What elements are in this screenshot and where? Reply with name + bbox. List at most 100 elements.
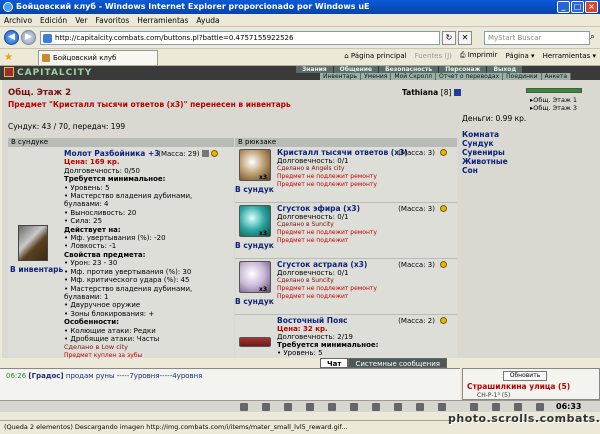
coin-icon[interactable] <box>440 317 447 324</box>
item-name[interactable]: Молот Разбойника +3 <box>64 149 159 158</box>
logo-text: CAPITALCITY <box>17 68 93 78</box>
to-inventory-link[interactable]: В инвентарь <box>10 265 63 274</box>
nav-character[interactable]: Персонаж <box>439 66 488 73</box>
ie-icon <box>3 2 13 12</box>
to-chest-link[interactable]: В сундук <box>235 297 274 306</box>
home-button[interactable]: ⌂ Página principal <box>344 52 406 60</box>
tool-icon[interactable] <box>416 403 424 411</box>
to-chest-link[interactable]: В сундук <box>235 185 274 194</box>
to-chest-link[interactable]: В сундук <box>235 241 274 250</box>
tab-combats[interactable]: Бойцовский клуб <box>38 50 158 65</box>
tool-icon[interactable] <box>536 403 544 411</box>
link-sleep[interactable]: Сон <box>462 166 508 175</box>
tool-icon[interactable] <box>394 403 402 411</box>
room-floor-1[interactable]: ▸Общ. Этаж 1 <box>530 96 577 104</box>
forward-button[interactable]: ▶ <box>21 30 36 45</box>
tool-icon[interactable] <box>284 403 292 411</box>
nav-knowledge[interactable]: Знания <box>296 66 334 73</box>
hp-bar <box>526 88 582 93</box>
menu-ayuda[interactable]: Ayuda <box>196 16 219 25</box>
subnav-transfers[interactable]: Отчет о переводах <box>436 73 504 80</box>
tool-icon[interactable] <box>514 403 522 411</box>
tab-system-messages[interactable]: Системные сообщения <box>348 358 447 368</box>
coin-icon[interactable] <box>211 150 218 157</box>
info-icon[interactable] <box>201 150 209 157</box>
refresh-icon[interactable]: ↻ <box>442 31 456 45</box>
backpack-item: Восточный Пояс Цена: 32 кр. Долговечност… <box>235 315 457 358</box>
props-header: Свойства предмета: <box>64 250 146 259</box>
subnav-skills[interactable]: Умения <box>361 73 392 80</box>
print-button[interactable]: ⎙ Imprimir <box>460 51 498 60</box>
tools-button[interactable]: Herramientas ▾ <box>543 52 596 60</box>
refresh-button[interactable]: Обновить <box>503 371 547 381</box>
subnav-battles[interactable]: Поединки <box>503 73 542 80</box>
chat-nick[interactable]: [Градос] <box>28 372 63 380</box>
back-button[interactable]: ◀ <box>4 30 19 45</box>
act-line: • Ловкость: -1 <box>64 242 117 251</box>
chat-window[interactable]: 06:26 [Градос] продам руны -----7уровня-… <box>0 368 460 400</box>
feat-line: • Дробящие атаки: Часты <box>64 334 160 343</box>
search-input[interactable]: MyStart Buscar <box>484 31 590 45</box>
page-icon <box>43 34 52 43</box>
tab-chat[interactable]: Чат <box>320 358 349 368</box>
menu-herramientas[interactable]: Herramientas <box>137 16 188 25</box>
backpack-item: x3 Сгусток астрала (х3) Долговечность: 0… <box>235 259 457 315</box>
tool-icon[interactable] <box>306 403 314 411</box>
made-in: Сделано в Suncity <box>277 277 334 284</box>
chest-panel: В инвентарь Молот Разбойника +3 (Масса: … <box>8 147 234 359</box>
player-name[interactable]: Tathiana <box>402 88 438 97</box>
room-floor-3[interactable]: ▸Общ. Этаж 3 <box>530 104 577 112</box>
menu-edicion[interactable]: Edición <box>40 16 67 25</box>
nav-exit[interactable]: Выход <box>487 66 524 73</box>
subnav-inventory[interactable]: Инвентарь <box>320 73 362 80</box>
tool-icon[interactable] <box>240 403 248 411</box>
prop-line: • Мастерство владения дубинами, булавами… <box>64 284 193 301</box>
subnav-profile[interactable]: Анкета <box>541 73 572 80</box>
game-logo: CAPITALCITY <box>4 66 92 80</box>
item-durability: Долговечность: 2/19 <box>277 333 353 341</box>
street-name[interactable]: Страшилкина улица (5) <box>467 382 570 391</box>
maximize-button[interactable]: □ <box>571 1 584 13</box>
link-chest[interactable]: Сундук <box>462 139 508 148</box>
tool-icon[interactable] <box>372 403 380 411</box>
url-field[interactable]: http://capitalcity.combats.com/buttons.p… <box>40 31 440 45</box>
item-mass: (Масса: 3) <box>398 205 435 213</box>
game-banner: CAPITALCITY Знания Общение Безопасность … <box>0 66 600 80</box>
link-souvenirs[interactable]: Сувениры <box>462 148 508 157</box>
search-icon[interactable]: ⌕ <box>590 32 595 42</box>
tool-icon[interactable] <box>438 403 446 411</box>
tool-icon[interactable] <box>262 403 270 411</box>
tool-icon[interactable] <box>492 403 500 411</box>
coin-icon[interactable] <box>440 261 447 268</box>
menu-ver[interactable]: Ver <box>75 16 87 25</box>
menu-archivo[interactable]: Archivo <box>4 16 32 25</box>
tool-icon[interactable] <box>350 403 358 411</box>
menu-favoritos[interactable]: Favoritos <box>95 16 129 25</box>
street-sub: СН-Р-1³ (5) <box>477 392 511 399</box>
link-animals[interactable]: Животные <box>462 157 508 166</box>
backpack-item: x3 Кристалл тысячи ответов (х3) Долговеч… <box>235 147 457 203</box>
location-title: Общ. Этаж 2 <box>8 88 71 98</box>
tool-icon[interactable] <box>470 403 478 411</box>
tool-icon[interactable] <box>328 403 336 411</box>
coin-icon[interactable] <box>440 205 447 212</box>
player-info-icon[interactable] <box>454 89 462 96</box>
link-room[interactable]: Комната <box>462 130 508 139</box>
close-button[interactable]: × <box>585 1 598 13</box>
repair-note: Предмет не подлежит ремонту <box>277 181 377 188</box>
feeds-button[interactable]: Fuentes (J) <box>415 52 452 60</box>
hammer-image[interactable] <box>18 225 48 261</box>
item-qty: x3 <box>259 174 268 181</box>
subnav-scroll[interactable]: Мой Скролл <box>391 73 437 80</box>
stop-icon[interactable]: ✕ <box>458 31 472 45</box>
favorites-star-icon[interactable]: ★ <box>4 52 13 63</box>
page-button[interactable]: Página ▾ <box>506 52 535 60</box>
belt-image[interactable] <box>239 337 271 347</box>
made-in: Сделано в Angels city <box>277 165 345 172</box>
watermark: photo.scrolls.combats.com <box>448 412 600 425</box>
minimize-button[interactable]: _ <box>557 1 570 13</box>
nav-security[interactable]: Безопасность <box>379 66 440 73</box>
address-bar: ◀ ▶ http://capitalcity.combats.com/butto… <box>0 27 600 49</box>
coin-icon[interactable] <box>440 149 447 156</box>
nav-communication[interactable]: Общение <box>333 66 380 73</box>
